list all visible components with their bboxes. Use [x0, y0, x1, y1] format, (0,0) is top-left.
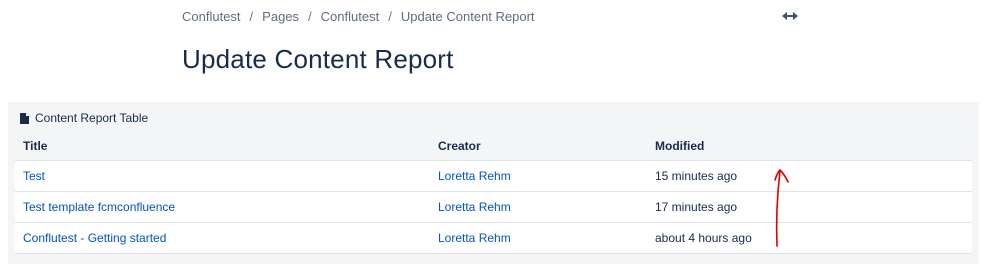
breadcrumb-item-current[interactable]: Update Content Report: [401, 9, 535, 24]
table-body: Test Loretta Rehm 15 minutes ago Test te…: [15, 160, 972, 254]
page-title-link[interactable]: Conflutest - Getting started: [23, 223, 166, 253]
modified-time: 15 minutes ago: [655, 169, 738, 183]
creator-link[interactable]: Loretta Rehm: [438, 223, 511, 253]
document-icon: [20, 112, 29, 124]
page: Conflutest / Pages / Conflutest / Update…: [0, 0, 999, 266]
creator-link[interactable]: Loretta Rehm: [438, 192, 511, 222]
table-row: Test template fcmconfluence Loretta Rehm…: [15, 192, 972, 223]
page-title-link[interactable]: Test: [23, 161, 45, 191]
column-header-modified[interactable]: Modified: [655, 139, 704, 153]
breadcrumb-item-space[interactable]: Conflutest: [182, 9, 241, 24]
modified-time: about 4 hours ago: [655, 231, 752, 245]
table-row: Test Loretta Rehm 15 minutes ago: [15, 161, 972, 192]
report-header-label: Content Report Table: [35, 111, 149, 125]
modified-time: 17 minutes ago: [655, 200, 738, 214]
column-header-title[interactable]: Title: [23, 139, 47, 153]
table-row: Conflutest - Getting started Loretta Reh…: [15, 223, 972, 254]
content-report-table: Content Report Table Title Creator Modif…: [8, 102, 979, 264]
breadcrumb-separator: /: [388, 9, 392, 24]
breadcrumb-item-parent[interactable]: Conflutest: [321, 9, 380, 24]
creator-link[interactable]: Loretta Rehm: [438, 161, 511, 191]
page-title: Update Content Report: [182, 44, 454, 74]
page-title-link[interactable]: Test template fcmconfluence: [23, 192, 175, 222]
breadcrumb-separator: /: [249, 9, 254, 24]
breadcrumb: Conflutest / Pages / Conflutest / Update…: [182, 9, 535, 24]
expand-width-icon[interactable]: [778, 7, 802, 25]
breadcrumb-item-pages[interactable]: Pages: [262, 9, 299, 24]
breadcrumb-separator: /: [308, 9, 312, 24]
column-header-creator[interactable]: Creator: [438, 139, 481, 153]
report-header: Content Report Table: [20, 110, 148, 126]
